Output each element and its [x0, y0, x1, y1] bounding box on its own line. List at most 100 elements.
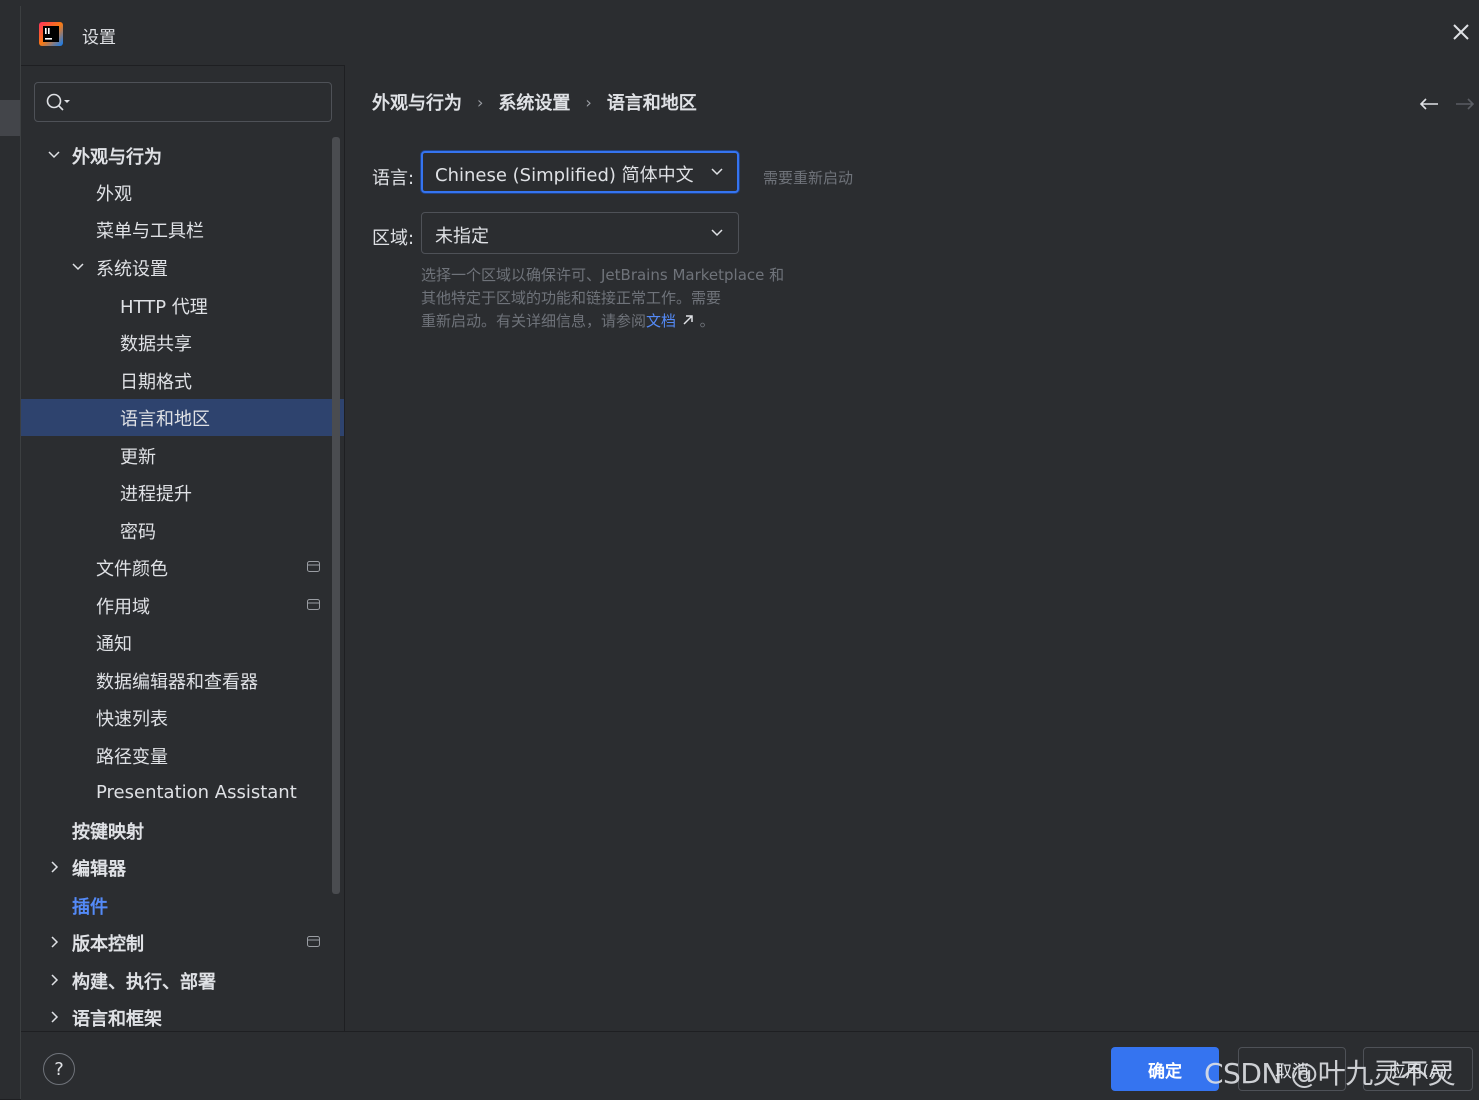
help-icon: ?: [54, 1058, 64, 1080]
tree-item-path-variables[interactable]: 路径变量: [21, 737, 345, 774]
chevron-right-icon[interactable]: [47, 973, 61, 987]
language-dropdown[interactable]: Chinese (Simplified) 简体中文: [421, 151, 739, 193]
breadcrumb-separator-icon: ›: [477, 92, 484, 112]
tree-item-label: 更新: [120, 446, 156, 468]
breadcrumb: 外观与行为 › 系统设置 › 语言和地区: [372, 89, 697, 115]
chevron-down-icon[interactable]: [71, 260, 85, 274]
chevron-down-icon: [711, 229, 723, 237]
tree-item-languages-frameworks[interactable]: 语言和框架: [21, 999, 345, 1031]
background-window-edge: [0, 0, 20, 1099]
search-input[interactable]: [77, 83, 329, 123]
language-value: Chinese (Simplified) 简体中文: [435, 165, 694, 186]
tree-item-scopes[interactable]: 作用域: [21, 587, 345, 624]
settings-search-box[interactable]: [34, 82, 332, 123]
region-help-line: 其他特定于区域的功能和链接正常工作。需要: [421, 289, 722, 307]
project-level-icon: [307, 936, 320, 947]
background-window-tab: [0, 100, 20, 136]
tree-item-notifications[interactable]: 通知: [21, 624, 345, 661]
tree-item-presentation-assistant[interactable]: Presentation Assistant: [21, 774, 345, 811]
tree-item-label: HTTP 代理: [120, 296, 208, 318]
tree-item-system-settings[interactable]: 系统设置: [21, 249, 345, 286]
region-help-line: 选择一个区域以确保许可、JetBrains Marketplace 和: [421, 266, 785, 284]
tree-item-appearance[interactable]: 外观: [21, 174, 345, 211]
tree-item-file-colors[interactable]: 文件颜色: [21, 549, 345, 586]
language-label: 语言:: [372, 168, 415, 189]
region-help-text: 选择一个区域以确保许可、JetBrains Marketplace 和 其他特定…: [421, 264, 821, 333]
project-level-icon: [307, 599, 320, 610]
tree-item-passwords[interactable]: 密码: [21, 512, 345, 549]
tree-item-label: 系统设置: [96, 258, 168, 280]
tree-item-plugins[interactable]: 插件: [21, 887, 345, 924]
tree-item-label: 文件颜色: [96, 558, 168, 580]
documentation-link[interactable]: 文档: [646, 312, 676, 330]
tree-item-label: 日期格式: [120, 371, 192, 393]
tree-item-http-proxy[interactable]: HTTP 代理: [21, 287, 345, 324]
tree-item-label: 路径变量: [96, 746, 168, 768]
tree-item-label: 进程提升: [120, 483, 192, 505]
external-link-icon[interactable]: [681, 313, 695, 327]
tree-item-label: 通知: [96, 633, 132, 655]
intellij-logo-icon: [39, 22, 63, 46]
help-button[interactable]: ?: [43, 1053, 75, 1085]
region-value: 未指定: [435, 226, 489, 247]
tree-item-appearance-behavior[interactable]: 外观与行为: [21, 137, 345, 174]
region-label: 区域:: [372, 228, 415, 249]
tree-item-date-formats[interactable]: 日期格式: [21, 362, 345, 399]
tree-item-label: 构建、执行、部署: [72, 971, 216, 993]
tree-item-updates[interactable]: 更新: [21, 437, 345, 474]
tree-item-quick-lists[interactable]: 快速列表: [21, 699, 345, 736]
back-arrow-icon[interactable]: [1418, 97, 1440, 111]
tree-item-label: 作用域: [96, 596, 150, 618]
tree-item-label: 数据共享: [120, 333, 192, 355]
tree-item-label: 密码: [120, 521, 156, 543]
tree-item-label: 数据编辑器和查看器: [96, 671, 258, 693]
tree-scrollbar[interactable]: [332, 137, 340, 894]
dialog-titlebar: 设置: [21, 6, 1479, 66]
region-help-prefix: 重新启动。有关详细信息，请参阅: [421, 312, 647, 330]
tree-item-label: 版本控制: [72, 933, 144, 955]
tree-item-label: Presentation Assistant: [96, 782, 297, 803]
tree-item-label: 插件: [72, 896, 108, 918]
tree-item-process-elevation[interactable]: 进程提升: [21, 474, 345, 511]
tree-item-label: 语言和框架: [72, 1008, 162, 1030]
tree-item-label: 编辑器: [72, 858, 126, 880]
restart-required-note: 需要重新启动: [763, 169, 854, 187]
settings-dialog: 设置 外观与行为 外观 菜单与工具栏 系统设置 HTTP 代理 数据共享 日期格…: [20, 6, 1479, 1100]
close-button[interactable]: [1447, 18, 1475, 46]
breadcrumb-item[interactable]: 系统设置: [498, 89, 570, 115]
tree-item-label: 语言和地区: [120, 408, 210, 430]
breadcrumb-item[interactable]: 外观与行为: [372, 89, 462, 115]
tree-item-version-control[interactable]: 版本控制: [21, 924, 345, 961]
chevron-right-icon[interactable]: [47, 1010, 61, 1024]
tree-item-label: 快速列表: [96, 708, 168, 730]
tree-item-editor[interactable]: 编辑器: [21, 849, 345, 886]
tree-item-build-execution-deployment[interactable]: 构建、执行、部署: [21, 962, 345, 999]
tree-item-label: 菜单与工具栏: [96, 220, 204, 242]
tree-item-menus-toolbars[interactable]: 菜单与工具栏: [21, 211, 345, 248]
tree-item-label: 外观: [96, 183, 132, 205]
region-help-line: 重新启动。有关详细信息，请参阅文档 。: [421, 310, 821, 333]
ok-button[interactable]: 确定: [1111, 1047, 1219, 1091]
settings-tree: 外观与行为 外观 菜单与工具栏 系统设置 HTTP 代理 数据共享 日期格式 语…: [21, 137, 345, 1031]
chevron-down-icon[interactable]: [47, 148, 61, 162]
csdn-watermark: CSDN @叶九灵不灵: [1204, 1057, 1456, 1090]
forward-arrow-icon: [1456, 98, 1475, 110]
tree-item-label: 按键映射: [72, 821, 144, 843]
dialog-title: 设置: [82, 28, 116, 48]
tree-item-data-sharing[interactable]: 数据共享: [21, 324, 345, 361]
project-level-icon: [307, 561, 320, 572]
search-icon: [46, 93, 70, 111]
region-help-suffix: 。: [694, 312, 715, 330]
breadcrumb-separator-icon: ›: [585, 92, 592, 112]
breadcrumb-item: 语言和地区: [606, 93, 697, 114]
chevron-right-icon[interactable]: [47, 935, 61, 949]
chevron-right-icon[interactable]: [47, 860, 61, 874]
close-icon: [1453, 24, 1469, 40]
tree-item-data-editor-viewer[interactable]: 数据编辑器和查看器: [21, 662, 345, 699]
settings-content-panel: 外观与行为 › 系统设置 › 语言和地区 语言: Chinese (Simpli…: [345, 65, 1479, 1031]
region-dropdown[interactable]: 未指定: [421, 212, 739, 254]
tree-item-language-region[interactable]: 语言和地区: [21, 399, 345, 436]
tree-item-label: 外观与行为: [72, 146, 162, 168]
chevron-down-icon: [711, 168, 723, 176]
tree-item-keymap[interactable]: 按键映射: [21, 812, 345, 849]
